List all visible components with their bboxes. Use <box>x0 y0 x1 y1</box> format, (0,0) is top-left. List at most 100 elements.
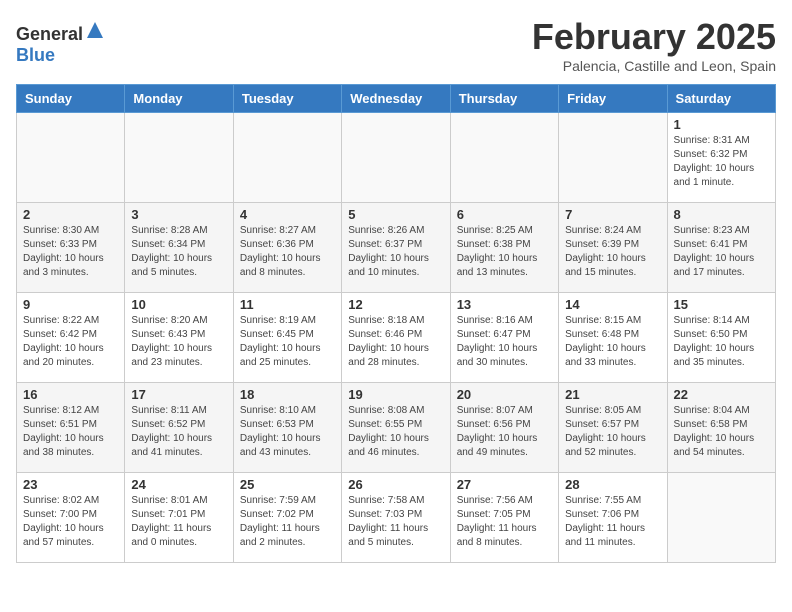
day-info: Sunrise: 8:16 AM Sunset: 6:47 PM Dayligh… <box>457 314 552 370</box>
day-cell: 25 Sunrise: 7:59 AM Sunset: 7:02 PM Dayli… <box>233 473 341 563</box>
day-cell: 6 Sunrise: 8:25 AM Sunset: 6:38 PM Daylig… <box>450 203 558 293</box>
day-number: 4 <box>240 207 335 222</box>
week-row-2: 2 Sunrise: 8:30 AM Sunset: 6:33 PM Daylig… <box>17 203 776 293</box>
day-number: 5 <box>348 207 443 222</box>
day-number: 1 <box>674 117 769 132</box>
day-cell: 9 Sunrise: 8:22 AM Sunset: 6:42 PM Daylig… <box>17 293 125 383</box>
day-number: 27 <box>457 477 552 492</box>
weekday-header-thursday: Thursday <box>450 85 558 113</box>
day-cell: 1 Sunrise: 8:31 AM Sunset: 6:32 PM Daylig… <box>667 113 775 203</box>
day-info: Sunrise: 8:20 AM Sunset: 6:43 PM Dayligh… <box>131 314 226 370</box>
day-number: 26 <box>348 477 443 492</box>
day-info: Sunrise: 8:14 AM Sunset: 6:50 PM Dayligh… <box>674 314 769 370</box>
weekday-header-wednesday: Wednesday <box>342 85 450 113</box>
day-number: 25 <box>240 477 335 492</box>
day-info: Sunrise: 8:05 AM Sunset: 6:57 PM Dayligh… <box>565 404 660 460</box>
logo-blue: Blue <box>16 45 55 65</box>
day-info: Sunrise: 8:25 AM Sunset: 6:38 PM Dayligh… <box>457 224 552 280</box>
day-number: 13 <box>457 297 552 312</box>
day-cell <box>342 113 450 203</box>
day-cell: 5 Sunrise: 8:26 AM Sunset: 6:37 PM Daylig… <box>342 203 450 293</box>
day-number: 14 <box>565 297 660 312</box>
day-cell: 24 Sunrise: 8:01 AM Sunset: 7:01 PM Dayli… <box>125 473 233 563</box>
day-info: Sunrise: 8:12 AM Sunset: 6:51 PM Dayligh… <box>23 404 118 460</box>
day-number: 12 <box>348 297 443 312</box>
day-number: 22 <box>674 387 769 402</box>
day-number: 28 <box>565 477 660 492</box>
day-cell: 2 Sunrise: 8:30 AM Sunset: 6:33 PM Daylig… <box>17 203 125 293</box>
weekday-header-friday: Friday <box>559 85 667 113</box>
day-cell: 20Sunrise: 8:07 AM Sunset: 6:56 PM Dayli… <box>450 383 558 473</box>
day-cell: 17 Sunrise: 8:11 AM Sunset: 6:52 PM Dayli… <box>125 383 233 473</box>
day-info: Sunrise: 7:56 AM Sunset: 7:05 PM Dayligh… <box>457 494 552 550</box>
day-info: Sunrise: 8:24 AM Sunset: 6:39 PM Dayligh… <box>565 224 660 280</box>
day-info: Sunrise: 8:27 AM Sunset: 6:36 PM Dayligh… <box>240 224 335 280</box>
day-cell: 18Sunrise: 8:10 AM Sunset: 6:53 PM Dayli… <box>233 383 341 473</box>
day-info: Sunrise: 8:08 AM Sunset: 6:55 PM Dayligh… <box>348 404 443 460</box>
day-info: Sunrise: 8:15 AM Sunset: 6:48 PM Dayligh… <box>565 314 660 370</box>
logo-icon <box>85 20 105 40</box>
week-row-3: 9 Sunrise: 8:22 AM Sunset: 6:42 PM Daylig… <box>17 293 776 383</box>
day-cell <box>450 113 558 203</box>
week-row-4: 16 Sunrise: 8:12 AM Sunset: 6:51 PM Dayli… <box>17 383 776 473</box>
day-cell: 10 Sunrise: 8:20 AM Sunset: 6:43 PM Dayli… <box>125 293 233 383</box>
day-cell <box>667 473 775 563</box>
day-info: Sunrise: 7:58 AM Sunset: 7:03 PM Dayligh… <box>348 494 443 550</box>
day-number: 2 <box>23 207 118 222</box>
day-info: Sunrise: 7:55 AM Sunset: 7:06 PM Dayligh… <box>565 494 660 550</box>
day-number: 20 <box>457 387 552 402</box>
day-cell: 8Sunrise: 8:23 AM Sunset: 6:41 PM Daylig… <box>667 203 775 293</box>
day-info: Sunrise: 8:04 AM Sunset: 6:58 PM Dayligh… <box>674 404 769 460</box>
weekday-header-tuesday: Tuesday <box>233 85 341 113</box>
day-number: 11 <box>240 297 335 312</box>
day-cell: 15Sunrise: 8:14 AM Sunset: 6:50 PM Dayli… <box>667 293 775 383</box>
day-info: Sunrise: 8:31 AM Sunset: 6:32 PM Dayligh… <box>674 134 769 190</box>
day-info: Sunrise: 8:02 AM Sunset: 7:00 PM Dayligh… <box>23 494 118 550</box>
weekday-header-sunday: Sunday <box>17 85 125 113</box>
day-number: 16 <box>23 387 118 402</box>
day-cell: 21 Sunrise: 8:05 AM Sunset: 6:57 PM Dayli… <box>559 383 667 473</box>
week-row-1: 1 Sunrise: 8:31 AM Sunset: 6:32 PM Daylig… <box>17 113 776 203</box>
day-cell: 11 Sunrise: 8:19 AM Sunset: 6:45 PM Dayli… <box>233 293 341 383</box>
day-number: 23 <box>23 477 118 492</box>
calendar: SundayMondayTuesdayWednesdayThursdayFrid… <box>16 84 776 563</box>
header: General Blue February 2025 Palencia, Cas… <box>16 16 776 74</box>
day-cell: 23 Sunrise: 8:02 AM Sunset: 7:00 PM Dayli… <box>17 473 125 563</box>
day-number: 21 <box>565 387 660 402</box>
day-info: Sunrise: 8:01 AM Sunset: 7:01 PM Dayligh… <box>131 494 226 550</box>
day-cell: 22 Sunrise: 8:04 AM Sunset: 6:58 PM Dayli… <box>667 383 775 473</box>
day-cell <box>559 113 667 203</box>
month-title: February 2025 <box>532 16 776 58</box>
day-info: Sunrise: 8:30 AM Sunset: 6:33 PM Dayligh… <box>23 224 118 280</box>
day-cell: 3Sunrise: 8:28 AM Sunset: 6:34 PM Daylig… <box>125 203 233 293</box>
day-number: 18 <box>240 387 335 402</box>
logo-general: General <box>16 24 83 44</box>
day-info: Sunrise: 8:18 AM Sunset: 6:46 PM Dayligh… <box>348 314 443 370</box>
day-info: Sunrise: 8:19 AM Sunset: 6:45 PM Dayligh… <box>240 314 335 370</box>
day-cell <box>233 113 341 203</box>
logo: General Blue <box>16 20 105 66</box>
day-cell: 12 Sunrise: 8:18 AM Sunset: 6:46 PM Dayli… <box>342 293 450 383</box>
day-number: 7 <box>565 207 660 222</box>
day-number: 10 <box>131 297 226 312</box>
day-number: 24 <box>131 477 226 492</box>
day-info: Sunrise: 8:11 AM Sunset: 6:52 PM Dayligh… <box>131 404 226 460</box>
day-info: Sunrise: 8:22 AM Sunset: 6:42 PM Dayligh… <box>23 314 118 370</box>
day-info: Sunrise: 8:28 AM Sunset: 6:34 PM Dayligh… <box>131 224 226 280</box>
day-cell <box>125 113 233 203</box>
day-cell: 28 Sunrise: 7:55 AM Sunset: 7:06 PM Dayli… <box>559 473 667 563</box>
day-info: Sunrise: 7:59 AM Sunset: 7:02 PM Dayligh… <box>240 494 335 550</box>
weekday-header-saturday: Saturday <box>667 85 775 113</box>
day-number: 9 <box>23 297 118 312</box>
day-cell: 19Sunrise: 8:08 AM Sunset: 6:55 PM Dayli… <box>342 383 450 473</box>
day-cell: 13 Sunrise: 8:16 AM Sunset: 6:47 PM Dayli… <box>450 293 558 383</box>
day-cell: 26 Sunrise: 7:58 AM Sunset: 7:03 PM Dayli… <box>342 473 450 563</box>
subtitle: Palencia, Castille and Leon, Spain <box>532 58 776 74</box>
day-cell: 27 Sunrise: 7:56 AM Sunset: 7:05 PM Dayli… <box>450 473 558 563</box>
week-row-5: 23 Sunrise: 8:02 AM Sunset: 7:00 PM Dayli… <box>17 473 776 563</box>
day-info: Sunrise: 8:23 AM Sunset: 6:41 PM Dayligh… <box>674 224 769 280</box>
day-cell: 16 Sunrise: 8:12 AM Sunset: 6:51 PM Dayli… <box>17 383 125 473</box>
day-number: 17 <box>131 387 226 402</box>
day-info: Sunrise: 8:26 AM Sunset: 6:37 PM Dayligh… <box>348 224 443 280</box>
day-number: 6 <box>457 207 552 222</box>
